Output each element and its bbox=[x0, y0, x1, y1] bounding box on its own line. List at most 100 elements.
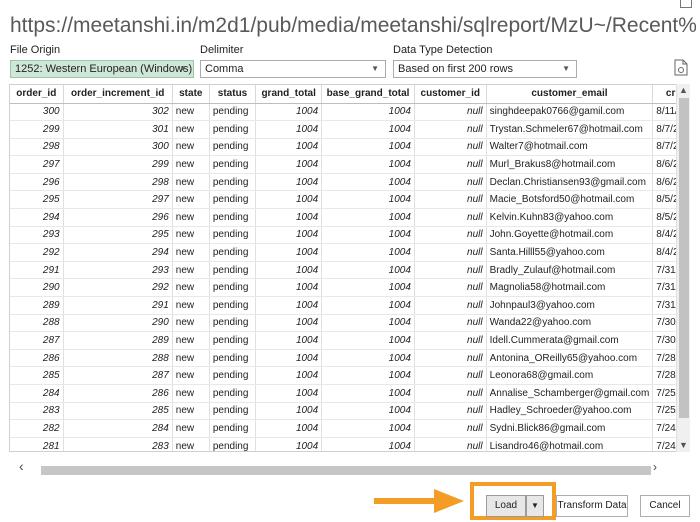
refresh-preview-icon[interactable] bbox=[674, 59, 688, 76]
table-cell: 283 bbox=[63, 437, 173, 451]
scroll-down-icon[interactable]: ▼ bbox=[679, 440, 688, 450]
table-cell: 1004 bbox=[255, 349, 323, 368]
vertical-scrollbar[interactable]: ▲ ▼ bbox=[676, 84, 690, 452]
cancel-button[interactable]: Cancel bbox=[640, 495, 690, 517]
table-row: 296 298 new pending 1004 1004 null Declan.Chris… bbox=[10, 173, 689, 192]
table-cell: Kelvin.Kuhn83@yahoo.com bbox=[486, 208, 654, 227]
table-cell: Magnolia58@hotmail.com bbox=[486, 278, 654, 298]
horizontal-scroll-thumb[interactable] bbox=[41, 466, 651, 475]
table-cell: null bbox=[414, 366, 487, 385]
table-cell: 285 bbox=[63, 402, 173, 421]
detection-dropdown[interactable]: Based on first 200 rows ▼ bbox=[393, 60, 577, 78]
table-cell: null bbox=[414, 155, 487, 174]
table-cell: null bbox=[414, 261, 487, 280]
table-cell: 1004 bbox=[321, 419, 415, 438]
table-cell: 1004 bbox=[255, 190, 323, 210]
table-cell: 1004 bbox=[255, 419, 323, 438]
load-options-chevron-icon[interactable]: ▼ bbox=[526, 495, 544, 517]
column-header[interactable]: order_id bbox=[10, 85, 64, 104]
table-cell: 294 bbox=[63, 243, 173, 262]
table-row: 295 297 new pending 1004 1004 null Macie_Botsfo… bbox=[10, 190, 689, 210]
column-header[interactable]: state bbox=[172, 85, 210, 104]
horizontal-scrollbar[interactable]: ‹ › bbox=[9, 456, 690, 478]
table-cell: pending bbox=[209, 402, 257, 421]
table-cell: 1004 bbox=[321, 226, 415, 245]
table-row: 282 284 new pending 1004 1004 null Sydni.Blick8… bbox=[10, 419, 689, 438]
table-cell: new bbox=[172, 190, 210, 210]
restore-window-icon[interactable] bbox=[680, 0, 692, 8]
table-cell: new bbox=[172, 419, 210, 438]
data-preview-grid[interactable]: order_id order_increment_id state status gra… bbox=[9, 84, 690, 452]
table-cell: 286 bbox=[63, 384, 173, 403]
scroll-left-icon[interactable]: ‹ bbox=[19, 458, 24, 474]
table-cell: new bbox=[172, 331, 210, 350]
vertical-scroll-thumb[interactable] bbox=[679, 98, 689, 418]
table-cell: new bbox=[172, 296, 210, 315]
table-row: 283 285 new pending 1004 1004 null Hadley_Schro… bbox=[10, 402, 689, 421]
table-cell: 284 bbox=[63, 419, 173, 438]
table-cell: 1004 bbox=[255, 437, 323, 451]
table-cell: 289 bbox=[63, 331, 173, 350]
table-cell: 288 bbox=[63, 349, 173, 368]
table-cell: 1004 bbox=[255, 384, 323, 403]
file-origin-dropdown[interactable]: 1252: Western European (Windows) ▼ bbox=[10, 60, 194, 78]
table-cell: 285 bbox=[10, 366, 64, 385]
column-header[interactable]: customer_id bbox=[414, 85, 487, 104]
table-cell: 290 bbox=[63, 314, 173, 333]
delimiter-label: Delimiter bbox=[200, 44, 244, 56]
chevron-down-icon: ▼ bbox=[371, 64, 379, 73]
scroll-up-icon[interactable]: ▲ bbox=[679, 85, 688, 95]
column-header[interactable]: grand_total bbox=[255, 85, 323, 104]
table-row: 290 292 new pending 1004 1004 null Magnolia58@h… bbox=[10, 278, 689, 298]
table-cell: new bbox=[172, 384, 210, 403]
table-cell: new bbox=[172, 138, 210, 157]
table-cell: Johnpaul3@yahoo.com bbox=[486, 296, 654, 315]
table-cell: new bbox=[172, 366, 210, 385]
table-cell: new bbox=[172, 155, 210, 174]
table-cell: 283 bbox=[10, 402, 64, 421]
load-button[interactable]: Load bbox=[486, 495, 526, 517]
table-cell: null bbox=[414, 402, 487, 421]
table-cell: 1004 bbox=[255, 120, 323, 139]
table-cell: null bbox=[414, 243, 487, 262]
column-header[interactable]: customer_email bbox=[486, 85, 654, 104]
table-cell: 294 bbox=[10, 208, 64, 227]
dialog-title: https://meetanshi.in/m2d1/pub/media/meet… bbox=[10, 14, 696, 37]
table-cell: pending bbox=[209, 349, 257, 368]
table-cell: 1004 bbox=[321, 402, 415, 421]
table-cell: new bbox=[172, 261, 210, 280]
column-header[interactable]: status bbox=[209, 85, 257, 104]
table-cell: null bbox=[414, 138, 487, 157]
table-cell: pending bbox=[209, 138, 257, 157]
column-header[interactable]: order_increment_id bbox=[63, 85, 173, 104]
table-cell: 1004 bbox=[321, 366, 415, 385]
table-cell: new bbox=[172, 243, 210, 262]
column-header[interactable]: base_grand_total bbox=[321, 85, 415, 104]
table-cell: pending bbox=[209, 173, 257, 192]
table-cell: null bbox=[414, 120, 487, 139]
table-row: 288 290 new pending 1004 1004 null Wanda22@yaho… bbox=[10, 314, 689, 333]
table-cell: 287 bbox=[63, 366, 173, 385]
table-cell: John.Goyette@hotmail.com bbox=[486, 226, 654, 245]
table-cell: 1004 bbox=[321, 138, 415, 157]
table-row: 292 294 new pending 1004 1004 null Santa.Hilll5… bbox=[10, 243, 689, 262]
table-cell: 293 bbox=[10, 226, 64, 245]
table-cell: Walter7@hotmail.com bbox=[486, 138, 654, 157]
table-cell: Santa.Hilll55@yahoo.com bbox=[486, 243, 654, 262]
scroll-right-icon[interactable]: › bbox=[653, 460, 657, 474]
table-cell: 1004 bbox=[321, 190, 415, 210]
table-cell: 287 bbox=[10, 331, 64, 350]
delimiter-dropdown[interactable]: Comma ▼ bbox=[200, 60, 386, 78]
table-cell: 1004 bbox=[321, 243, 415, 262]
table-cell: 1004 bbox=[321, 261, 415, 280]
transform-data-button[interactable]: Transform Data bbox=[556, 495, 628, 517]
table-cell: 1004 bbox=[255, 331, 323, 350]
table-cell: 288 bbox=[10, 314, 64, 333]
table-cell: 299 bbox=[10, 120, 64, 139]
table-cell: 292 bbox=[63, 278, 173, 298]
table-row: 291 293 new pending 1004 1004 null Bradly_Zulau… bbox=[10, 261, 689, 280]
file-origin-value: 1252: Western European (Windows) bbox=[15, 63, 193, 75]
table-cell: 289 bbox=[10, 296, 64, 315]
table-cell: 296 bbox=[10, 173, 64, 192]
table-cell: pending bbox=[209, 366, 257, 385]
